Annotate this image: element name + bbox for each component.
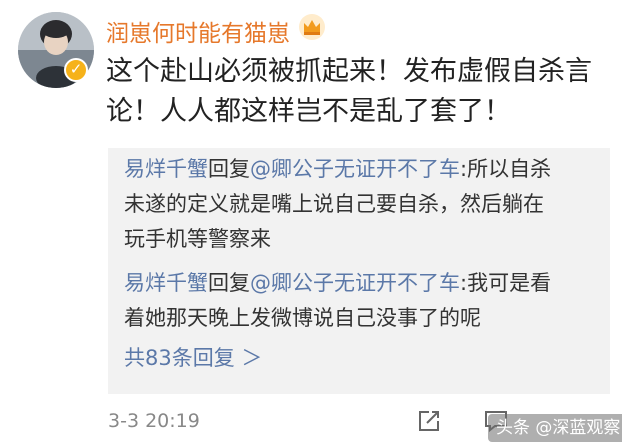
verified-badge-icon: ✓ bbox=[64, 58, 88, 82]
reply-item: 易烊千蟹回复@卿公子无证开不了车:所以自杀 未遂的定义就是嘴上说自己要自杀，然后… bbox=[124, 152, 604, 257]
reply-text: 所以自杀 bbox=[467, 157, 552, 181]
post-body-line: 这个赴山必须被抓起来！发布虚假自杀言 bbox=[106, 56, 592, 87]
reply-text: 我可是看 bbox=[467, 271, 552, 295]
reply-word: 回复 bbox=[208, 271, 250, 295]
reply-line: 易烊千蟹回复@卿公子无证开不了车:我可是看 bbox=[124, 266, 604, 301]
watermark: 头条 @深蓝观察 bbox=[488, 414, 622, 442]
post-username[interactable]: 润崽何时能有猫崽 bbox=[106, 14, 290, 48]
reply-text: 着她那天晚上发微博说自己没事了的呢 bbox=[124, 306, 481, 330]
reply-word: 回复 bbox=[208, 157, 250, 181]
reply-target[interactable]: @卿公子无证开不了车 bbox=[250, 271, 460, 295]
reply-author[interactable]: 易烊千蟹 bbox=[124, 271, 208, 295]
crown-icon bbox=[299, 14, 325, 40]
share-icon[interactable] bbox=[416, 408, 442, 434]
reply-text: 未遂的定义就是嘴上说自己要自杀，然后躺在 bbox=[124, 192, 544, 216]
post-body: 这个赴山必须被抓起来！发布虚假自杀言 论！人人都这样岂不是乱了套了！ bbox=[106, 52, 596, 132]
reply-target[interactable]: @卿公子无证开不了车 bbox=[250, 157, 460, 181]
reply-item: 易烊千蟹回复@卿公子无证开不了车:我可是看 着她那天晚上发微博说自己没事了的呢 bbox=[124, 266, 604, 336]
reply-box: 易烊千蟹回复@卿公子无证开不了车:所以自杀 未遂的定义就是嘴上说自己要自杀，然后… bbox=[108, 148, 610, 394]
reply-text: 玩手机等警察来 bbox=[124, 227, 271, 251]
reply-line: 易烊千蟹回复@卿公子无证开不了车:所以自杀 bbox=[124, 152, 604, 187]
post-timestamp: 3-3 20:19 bbox=[108, 410, 200, 432]
reply-author[interactable]: 易烊千蟹 bbox=[124, 157, 208, 181]
more-replies-link[interactable]: 共83条回复 ＞ bbox=[124, 342, 262, 372]
post-body-line: 论！人人都这样岂不是乱了套了！ bbox=[106, 96, 511, 127]
